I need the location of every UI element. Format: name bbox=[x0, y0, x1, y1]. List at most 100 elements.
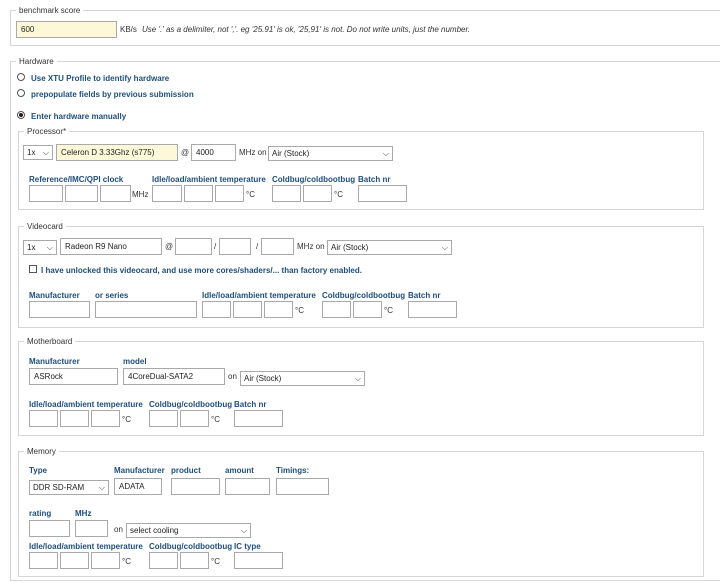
motherboard-cold-unit: °C bbox=[211, 415, 220, 424]
videocard-mhz-on: MHz on bbox=[297, 242, 325, 251]
processor-cooling-select[interactable]: Air (Stock) ⌵ bbox=[268, 146, 393, 161]
processor-model-input[interactable]: Celeron D 3.33Ghz (s775) bbox=[56, 144, 178, 161]
memory-coldbug-input[interactable] bbox=[149, 552, 178, 569]
manual-entry-radio[interactable] bbox=[17, 111, 25, 119]
memory-rating-input[interactable] bbox=[29, 520, 70, 537]
memory-temp-label: Idle/load/ambient temperature bbox=[29, 542, 143, 551]
memory-amount-label: amount bbox=[225, 466, 254, 475]
videocard-core-clock-input[interactable] bbox=[175, 238, 212, 255]
motherboard-fieldset: Motherboard bbox=[18, 336, 704, 436]
motherboard-legend: Motherboard bbox=[24, 336, 76, 347]
motherboard-load-temp-input[interactable] bbox=[60, 410, 89, 427]
videocard-manufacturer-label: Manufacturer bbox=[29, 291, 80, 300]
processor-legend: Processor* bbox=[24, 126, 70, 137]
videocard-slash-2: / bbox=[256, 242, 259, 251]
processor-batch-input[interactable] bbox=[358, 185, 407, 202]
benchmark-hint: Use '.' as a delimiter, not ','. eg '25.… bbox=[142, 25, 471, 34]
memory-on: on bbox=[114, 525, 123, 534]
benchmark-unit: KB/s bbox=[120, 25, 137, 34]
videocard-count-select[interactable]: 1x ⌵ bbox=[23, 240, 57, 255]
xtu-profile-radio[interactable] bbox=[17, 73, 25, 81]
manual-entry-label[interactable]: Enter hardware manually bbox=[31, 112, 126, 122]
motherboard-coldbootbug-input[interactable] bbox=[180, 410, 209, 427]
processor-qpi-clock-input[interactable] bbox=[100, 185, 131, 202]
memory-ic-type-input[interactable] bbox=[234, 552, 283, 569]
memory-ic-type-label: IC type bbox=[234, 542, 261, 551]
motherboard-manufacturer-input[interactable]: ASRock bbox=[29, 368, 118, 385]
prepopulate-radio[interactable] bbox=[17, 89, 25, 97]
chevron-down-icon: ⌵ bbox=[441, 243, 448, 252]
videocard-coldbug-label: Coldbug/coldbootbug bbox=[322, 291, 406, 300]
benchmark-legend: benchmark score bbox=[16, 5, 84, 16]
videocard-coldbootbug-input[interactable] bbox=[353, 301, 382, 318]
chevron-down-icon: ⌵ bbox=[46, 243, 53, 252]
memory-cooling-select[interactable]: select cooling ⌵ bbox=[126, 523, 251, 538]
videocard-coldbug-input[interactable] bbox=[322, 301, 351, 318]
videocard-series-input[interactable] bbox=[95, 301, 197, 318]
memory-timings-input[interactable] bbox=[276, 478, 329, 495]
xtu-profile-label[interactable]: Use XTU Profile to identify hardware bbox=[31, 74, 169, 84]
videocard-shader-clock-input[interactable] bbox=[261, 238, 294, 255]
prepopulate-label[interactable]: prepopulate fields by previous submissio… bbox=[31, 90, 194, 100]
processor-ambient-temp-input[interactable] bbox=[215, 185, 244, 202]
chevron-down-icon: ⌵ bbox=[42, 148, 49, 157]
memory-coldbootbug-input[interactable] bbox=[180, 552, 209, 569]
motherboard-cooling-select[interactable]: Air (Stock) ⌵ bbox=[240, 371, 365, 386]
processor-coldbug-input[interactable] bbox=[272, 185, 301, 202]
processor-ref-clock-input[interactable] bbox=[29, 185, 63, 202]
memory-cold-unit: °C bbox=[211, 557, 220, 566]
memory-type-select[interactable]: DDR SD-RAM ⌵ bbox=[29, 480, 109, 495]
motherboard-coldbug-label: Coldbug/coldbootbug bbox=[149, 400, 233, 409]
motherboard-idle-temp-input[interactable] bbox=[29, 410, 58, 427]
motherboard-coldbug-input[interactable] bbox=[149, 410, 178, 427]
unlocked-label[interactable]: I have unlocked this videocard, and use … bbox=[41, 266, 362, 276]
memory-load-temp-input[interactable] bbox=[60, 552, 89, 569]
motherboard-batch-input[interactable] bbox=[234, 410, 283, 427]
videocard-ambient-temp-input[interactable] bbox=[264, 301, 293, 318]
motherboard-temp-unit: °C bbox=[122, 415, 131, 424]
benchmark-score-input[interactable]: 600 bbox=[16, 21, 117, 38]
processor-mhz-on: MHz on bbox=[239, 148, 267, 157]
motherboard-on: on bbox=[228, 372, 237, 381]
memory-ambient-temp-input[interactable] bbox=[91, 552, 120, 569]
videocard-temp-unit: °C bbox=[295, 306, 304, 315]
memory-mhz-label: MHz bbox=[75, 509, 92, 518]
processor-ref-clock-label: Reference/IMC/QPI clock bbox=[29, 175, 124, 184]
processor-imc-clock-input[interactable] bbox=[65, 185, 98, 202]
chevron-down-icon: ⌵ bbox=[354, 374, 361, 383]
videocard-model-input[interactable]: Radeon R9 Nano bbox=[60, 238, 162, 255]
processor-mhz-input[interactable]: 4000 bbox=[191, 144, 236, 161]
unlocked-checkbox[interactable] bbox=[29, 265, 37, 273]
videocard-idle-temp-input[interactable] bbox=[202, 301, 231, 318]
videocard-load-temp-input[interactable] bbox=[233, 301, 262, 318]
videocard-cold-unit: °C bbox=[384, 306, 393, 315]
processor-count-select[interactable]: 1x ⌵ bbox=[23, 145, 53, 160]
processor-idle-temp-input[interactable] bbox=[152, 185, 182, 202]
memory-amount-input[interactable] bbox=[225, 478, 270, 495]
videocard-at: @ bbox=[165, 242, 174, 251]
memory-product-input[interactable] bbox=[171, 478, 220, 495]
processor-temp-label: Idle/load/ambient temperature bbox=[152, 175, 266, 184]
videocard-cooling-select[interactable]: Air (Stock) ⌵ bbox=[327, 240, 452, 255]
videocard-series-label: or series bbox=[95, 291, 129, 300]
memory-manufacturer-label: Manufacturer bbox=[114, 466, 165, 475]
memory-timings-label: Timings: bbox=[276, 466, 310, 475]
processor-load-temp-input[interactable] bbox=[184, 185, 213, 202]
motherboard-ambient-temp-input[interactable] bbox=[91, 410, 120, 427]
videocard-legend: Videocard bbox=[24, 221, 66, 232]
memory-rating-label: rating bbox=[29, 509, 52, 518]
videocard-batch-input[interactable] bbox=[408, 301, 457, 318]
processor-batch-label: Batch nr bbox=[358, 175, 391, 184]
videocard-mem-clock-input[interactable] bbox=[219, 238, 251, 255]
memory-manufacturer-input[interactable]: ADATA bbox=[114, 478, 162, 495]
memory-idle-temp-input[interactable] bbox=[29, 552, 58, 569]
processor-coldbootbug-input[interactable] bbox=[303, 185, 332, 202]
videocard-temp-label: Idle/load/ambient temperature bbox=[202, 291, 316, 300]
videocard-slash-1: / bbox=[214, 242, 217, 251]
motherboard-model-label: model bbox=[123, 357, 147, 366]
motherboard-batch-label: Batch nr bbox=[234, 400, 267, 409]
motherboard-model-input[interactable]: 4CoreDual-SATA2 bbox=[123, 368, 225, 385]
processor-temp-unit: °C bbox=[246, 190, 255, 199]
memory-mhz-input[interactable] bbox=[75, 520, 108, 537]
videocard-manufacturer-input[interactable] bbox=[29, 301, 90, 318]
